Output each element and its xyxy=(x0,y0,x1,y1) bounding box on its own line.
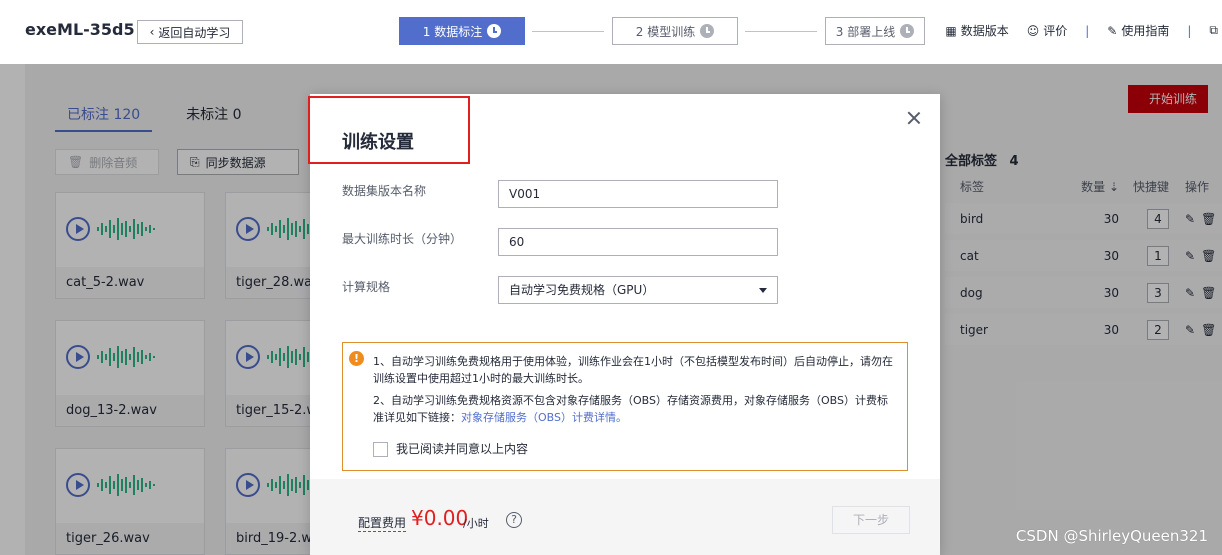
step-connector xyxy=(745,31,817,32)
back-button[interactable]: ‹ 返回自动学习 xyxy=(137,20,243,44)
agree-checkbox-row[interactable]: 我已阅读并同意以上内容 xyxy=(373,441,528,458)
divider: | xyxy=(1187,23,1192,38)
smile-icon: ☺ xyxy=(1026,23,1040,38)
agree-checkbox[interactable] xyxy=(373,442,388,457)
max-duration-label: 最大训练时长（分钟） xyxy=(342,232,463,246)
compute-spec-value: 自动学习免费规格（GPU） xyxy=(509,283,655,297)
dataset-version-input[interactable]: V001 xyxy=(498,180,778,208)
divider: | xyxy=(1085,23,1090,38)
step-label: 3 部署上线 xyxy=(835,24,896,39)
data-version-label: 数据版本 xyxy=(960,24,1009,38)
agree-label: 我已阅读并同意以上内容 xyxy=(396,442,529,456)
dataset-version-label: 数据集版本名称 xyxy=(342,184,427,198)
free-spec-notice: ! 1、自动学习训练免费规格用于使用体验，训练作业会在1小时（不包括模型发布时间… xyxy=(342,342,908,471)
chevron-left-icon: ‹ xyxy=(149,25,155,39)
step-model-training[interactable]: 2 模型训练 xyxy=(612,17,738,45)
guide-label: 使用指南 xyxy=(1121,24,1170,38)
guide-icon: ✎ xyxy=(1107,23,1118,38)
watermark: CSDN @ShirleyQueen321 xyxy=(1015,527,1208,545)
warning-icon: ! xyxy=(349,351,364,366)
close-icon[interactable] xyxy=(906,110,922,126)
fee-unit: /小时 xyxy=(463,517,489,530)
data-version-link[interactable]: ▦ 数据版本 xyxy=(945,22,1008,39)
step-label: 2 模型训练 xyxy=(635,24,696,39)
data-version-icon: ▦ xyxy=(945,23,957,38)
guide-link[interactable]: ✎ 使用指南 xyxy=(1107,22,1169,39)
step-deploy[interactable]: 3 部署上线 xyxy=(825,17,925,45)
dialog-title: 训练设置 xyxy=(342,132,414,153)
evaluate-link[interactable]: ☺ 评价 xyxy=(1027,22,1068,39)
notice-item-2-text: 2、自动学习训练免费规格资源不包含对象存储服务（OBS）存储资源费用，对象存储服… xyxy=(373,394,888,424)
compute-spec-select[interactable]: 自动学习免费规格（GPU） xyxy=(498,276,778,304)
evaluate-label: 评价 xyxy=(1043,24,1068,38)
fee-value: ¥0.00 xyxy=(411,506,469,530)
clock-icon xyxy=(900,24,915,38)
next-button[interactable]: 下一步 xyxy=(832,506,910,534)
back-button-label: 返回自动学习 xyxy=(158,25,231,40)
help-icon[interactable]: ? xyxy=(506,512,522,528)
top-links: ▦ 数据版本 ☺ 评价 | ✎ 使用指南 | ⧉ xyxy=(945,22,1222,39)
compute-spec-label: 计算规格 xyxy=(342,280,391,294)
max-duration-input[interactable]: 60 xyxy=(498,228,778,256)
dialog-footer: 配置费用 ¥0.00 /小时 ? 下一步 xyxy=(310,479,940,555)
app-title: exeML-35d5 xyxy=(25,20,135,39)
notice-item-1: 1、自动学习训练免费规格用于使用体验，训练作业会在1小时（不包括模型发布时间）后… xyxy=(373,355,893,385)
chevron-down-icon xyxy=(759,288,767,293)
step-data-labeling[interactable]: 1 数据标注 xyxy=(399,17,525,45)
top-header: exeML-35d5 ‹ 返回自动学习 1 数据标注 2 模型训练 3 部署上线… xyxy=(0,0,1222,64)
notice-item-2: 2、自动学习训练免费规格资源不包含对象存储服务（OBS）存储资源费用，对象存储服… xyxy=(373,392,893,426)
obs-pricing-link[interactable]: 对象存储服务（OBS）计费详情。 xyxy=(461,411,627,424)
clock-icon xyxy=(700,24,715,38)
step-connector xyxy=(532,31,604,32)
step-label: 1 数据标注 xyxy=(422,24,483,39)
clock-icon xyxy=(487,24,502,38)
fee-label: 配置费用 xyxy=(358,516,407,532)
external-link-icon[interactable]: ⧉ xyxy=(1209,23,1222,38)
training-settings-dialog: 训练设置 数据集版本名称 V001 最大训练时长（分钟） 60 计算规格 自动学… xyxy=(308,94,940,555)
